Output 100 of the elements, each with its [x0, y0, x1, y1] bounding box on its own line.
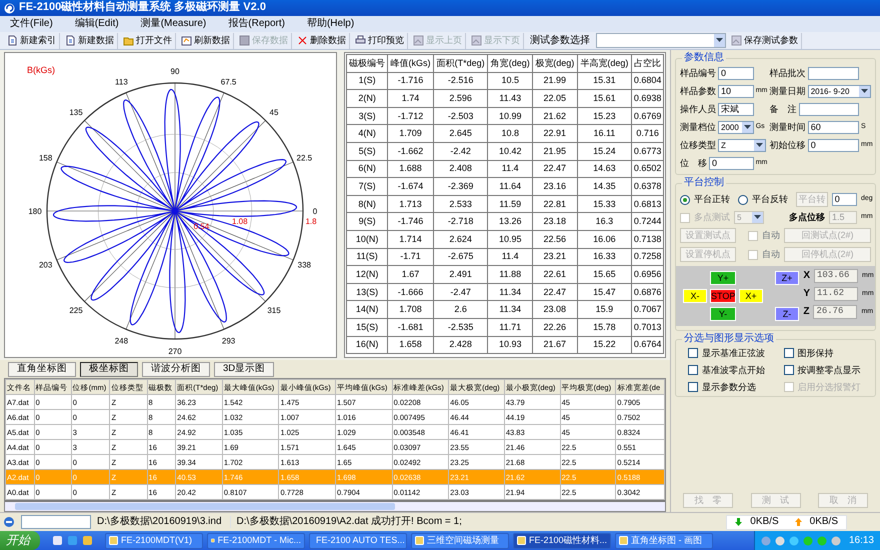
table-cell: 2.491: [433, 266, 488, 284]
taskbar-item[interactable]: FE-2100磁性材料...: [513, 532, 611, 548]
tray-icon: [788, 536, 799, 546]
table-cell: 22.56: [532, 230, 578, 248]
jog-button[interactable]: STOP: [710, 289, 736, 303]
dropdown[interactable]: [596, 33, 726, 48]
status-message: D:\多极数据\20160919\A2.dat 成功打开! Bcom = 1;: [236, 516, 462, 528]
table-cell: 15(S): [346, 318, 388, 336]
taskbar-item[interactable]: FE-2100MDT(V1): [105, 532, 203, 548]
checkbox[interactable]: [688, 348, 698, 358]
table-cell: -1.71: [388, 248, 434, 266]
quick-launch-icon: [67, 535, 78, 546]
input-field[interactable]: 0: [808, 139, 859, 152]
menu-item[interactable]: 测量(Measure): [140, 18, 206, 30]
taskbar-item[interactable]: FE-2100 AUTO TES...: [309, 532, 407, 548]
table-cell: 0.6956: [632, 266, 664, 284]
menu-item[interactable]: 帮助(Help): [306, 18, 354, 30]
table-cell: 16(N): [346, 336, 388, 354]
radio-label: 平台反转: [752, 194, 788, 205]
dropdown[interactable]: 2000: [718, 121, 754, 134]
group-title: 平台控制: [682, 177, 726, 189]
menu-item[interactable]: 编辑(Edit): [74, 18, 119, 30]
table-cell: 0.6769: [632, 107, 664, 125]
table-cell: 10.5: [488, 72, 533, 90]
table-cell: 16.06: [577, 230, 632, 248]
checkbox[interactable]: [688, 365, 698, 376]
table-cell: 1.714: [388, 230, 434, 248]
column-header: 面积(T*deg): [433, 54, 488, 72]
table-cell: 23.08: [532, 300, 578, 318]
table-cell: -1.746: [388, 212, 434, 230]
view-tab[interactable]: 直角坐标图: [8, 362, 76, 376]
taskbar-item[interactable]: 直角坐标图 - 画图: [615, 532, 713, 548]
toolbar-button[interactable]: 打开文件: [120, 32, 176, 48]
input-field[interactable]: 60: [808, 121, 859, 134]
toolbar-button[interactable]: 打印预览: [352, 32, 408, 48]
caret-icon: [744, 125, 751, 130]
input-field[interactable]: 0: [832, 193, 857, 206]
menu-item[interactable]: 文件(File): [10, 18, 53, 30]
table-cell: 11.59: [488, 195, 533, 213]
jog-button[interactable]: Z-: [775, 307, 799, 321]
menu-item[interactable]: 报告(Report): [228, 18, 285, 30]
radio-button[interactable]: [680, 194, 690, 204]
horizontal-scrollbar[interactable]: [5, 502, 665, 511]
table-cell: 22.81: [532, 195, 578, 213]
jog-button[interactable]: X-: [683, 289, 707, 303]
table-cell: 1.708: [388, 300, 434, 318]
jog-button[interactable]: X+: [739, 289, 763, 303]
table-cell: 11.34: [488, 300, 533, 318]
document-icon: [65, 35, 76, 46]
angle-label: 270: [168, 347, 182, 356]
checkbox[interactable]: [688, 382, 698, 392]
jog-button[interactable]: Y+: [710, 271, 736, 285]
table-cell: 1.658: [388, 336, 434, 354]
picture-icon: [731, 35, 742, 46]
input-field[interactable]: 宋斌: [718, 103, 754, 116]
view-tab[interactable]: 3D显示图: [214, 362, 274, 376]
up-arrow-icon: [794, 518, 802, 526]
view-tab[interactable]: 谐波分析图: [142, 362, 210, 376]
table-cell: 2.428: [433, 336, 488, 354]
toolbar-button[interactable]: 删除数据: [294, 32, 350, 48]
dropdown[interactable]: Z: [718, 139, 766, 152]
toolbar-button[interactable]: 新建数据: [62, 32, 118, 48]
taskbar-item[interactable]: FE-2100MDT - Mic...: [207, 532, 305, 548]
table-cell: 23.21: [532, 248, 578, 266]
input-field[interactable]: 0: [718, 67, 754, 80]
taskbar-item[interactable]: 三维空间磁场测量: [411, 532, 509, 548]
table-cell: -2.47: [433, 283, 488, 301]
dropdown-value: 2016- 9-20: [810, 86, 850, 96]
field-label: 样品参数: [680, 86, 716, 97]
toolbar-button[interactable]: 保存测试参数: [728, 32, 802, 48]
table-cell: 14.63: [577, 160, 632, 178]
group-title: 参数信息: [682, 52, 726, 64]
table-cell: 15.33: [577, 195, 632, 213]
toolbar-button[interactable]: 新建索引: [4, 32, 60, 48]
input-field[interactable]: [798, 103, 859, 116]
radio-button[interactable]: [738, 194, 748, 204]
checkbox[interactable]: [784, 348, 794, 358]
checkbox-label: 图形保持: [798, 348, 834, 359]
toolbar-button[interactable]: 刷新数据: [178, 32, 234, 48]
field-label: 位 移: [680, 158, 707, 169]
table-cell: 8(N): [346, 195, 388, 213]
input-field[interactable]: [808, 67, 859, 80]
jog-button[interactable]: Z+: [775, 271, 799, 285]
field-label: 测量时间: [770, 122, 806, 133]
input-field[interactable]: 0: [709, 157, 754, 170]
jog-button[interactable]: Y-: [710, 307, 736, 321]
table-cell: 13.26: [488, 212, 533, 230]
table-cell: -2.503: [433, 107, 488, 125]
table-cell: 16.11: [577, 124, 632, 142]
checkbox[interactable]: [784, 365, 794, 376]
view-tab[interactable]: 极坐标图: [80, 362, 138, 376]
checkbox-label: 按调整零点显示: [798, 364, 860, 376]
clock: 16:13: [848, 534, 874, 546]
dropdown[interactable]: 2016- 9-20: [808, 85, 871, 98]
field-label: 测量档位: [680, 122, 716, 133]
table-cell: 1(S): [346, 72, 388, 90]
input-field[interactable]: 10: [718, 85, 754, 98]
field-label: 备 注: [770, 104, 797, 115]
table-cell: -2.42: [433, 142, 488, 160]
input-field[interactable]: [21, 515, 91, 529]
